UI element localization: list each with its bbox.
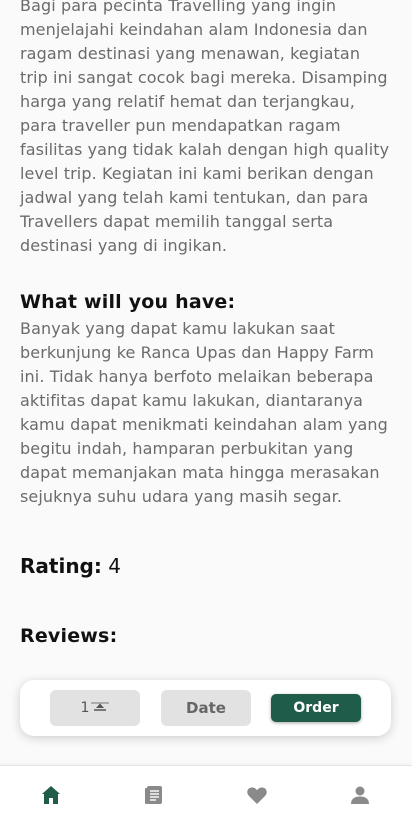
heart-icon[interactable] xyxy=(244,782,270,808)
user-icon[interactable] xyxy=(347,782,373,808)
description-paragraph: Bagi para pecinta Travelling yang ingin … xyxy=(20,0,390,255)
rating-value: 4 xyxy=(108,554,121,578)
book-icon[interactable] xyxy=(141,782,167,808)
order-bar: 1 Date Order xyxy=(20,680,391,736)
rating-label: Rating: xyxy=(20,554,102,578)
quantity-selector[interactable]: 1 xyxy=(50,690,140,726)
arrow-up-icon xyxy=(91,700,110,716)
what-heading: What will you have: xyxy=(20,291,236,313)
quantity-value: 1 xyxy=(80,700,90,716)
reviews-heading: Reviews: xyxy=(20,625,118,647)
description-section: Bagi para pecinta Travelling yang ingin … xyxy=(20,0,392,258)
date-button[interactable]: Date xyxy=(161,690,251,726)
order-button[interactable]: Order xyxy=(271,694,361,722)
what-paragraph: Banyak yang dapat kamu lakukan saat berk… xyxy=(20,319,388,506)
rating-row: Rating: 4 xyxy=(20,554,121,578)
bottom-navigation xyxy=(0,765,412,824)
home-icon[interactable] xyxy=(38,782,64,808)
